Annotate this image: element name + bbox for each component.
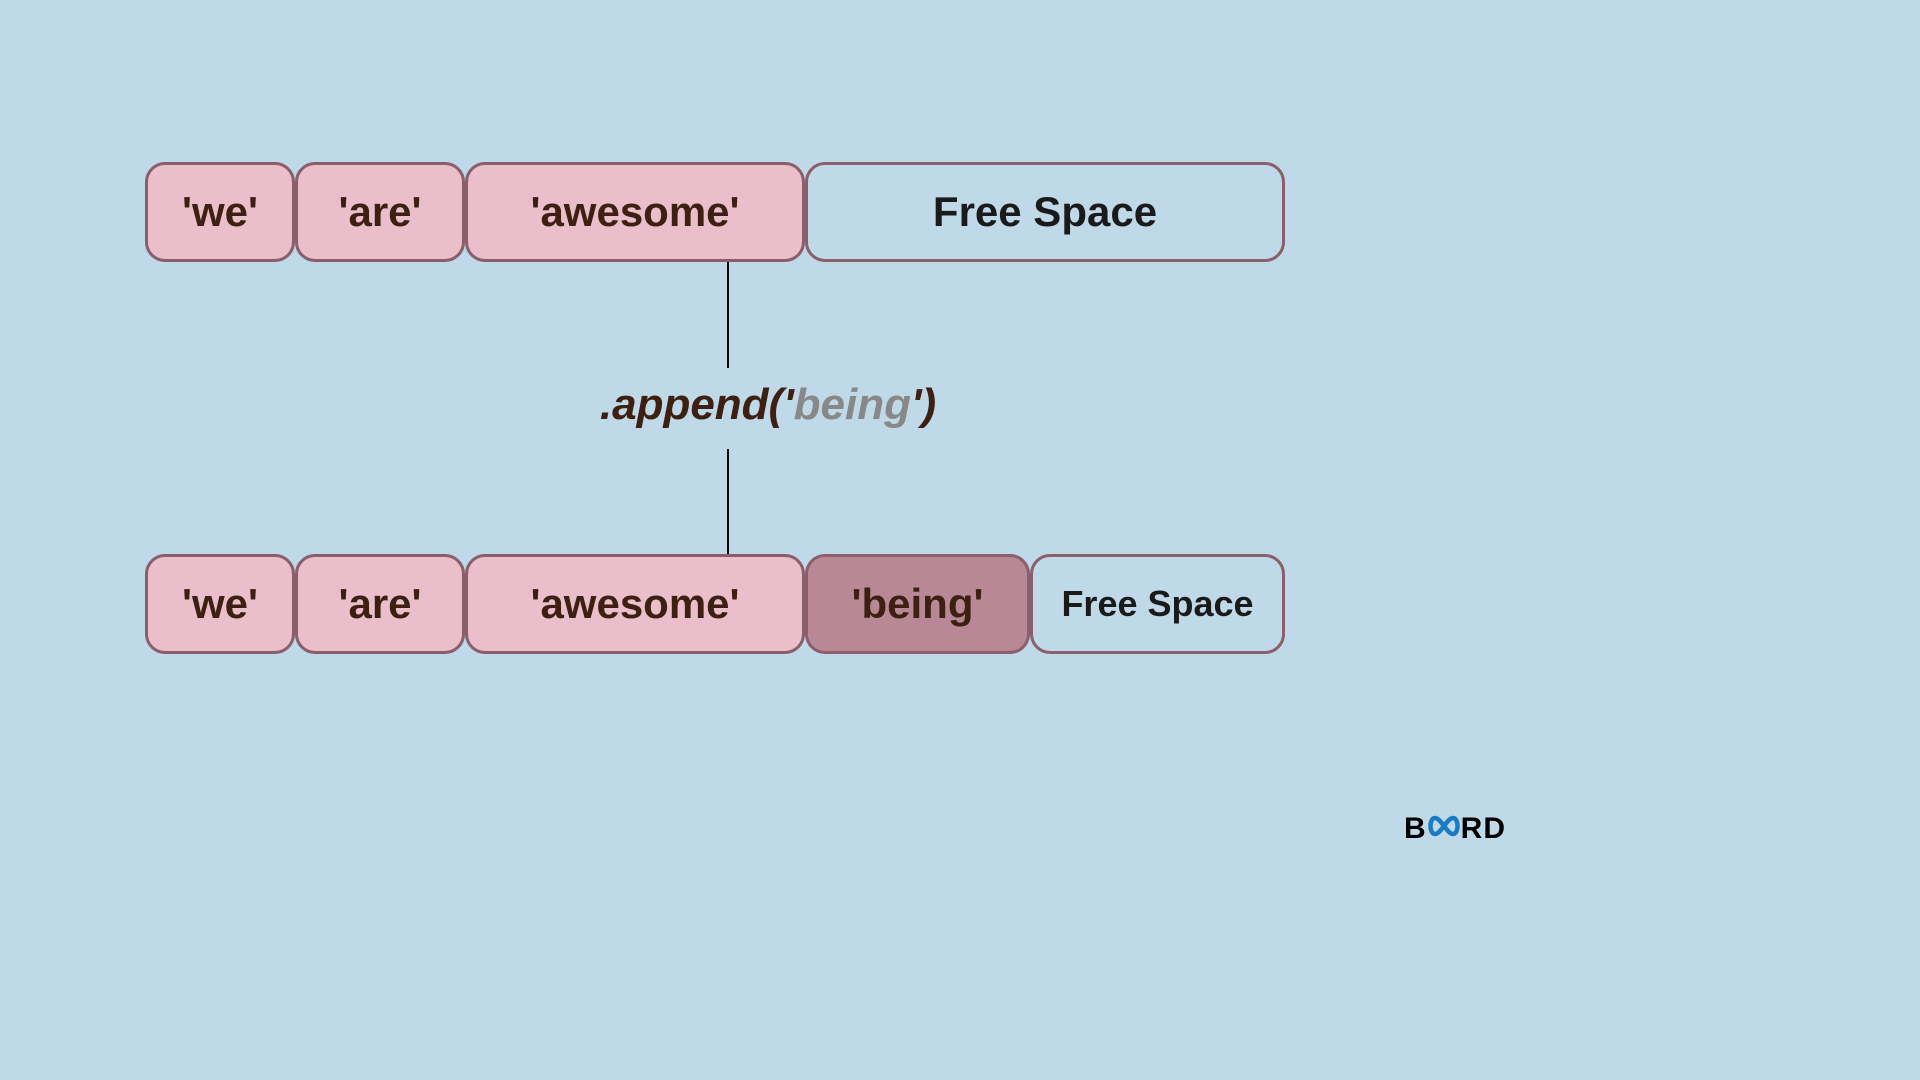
free-space-cell: Free Space bbox=[1030, 554, 1285, 654]
append-arg: being bbox=[794, 380, 911, 429]
infinity-icon bbox=[1425, 812, 1463, 846]
list-item-new: 'being' bbox=[805, 554, 1030, 654]
list-item: 'are' bbox=[295, 162, 465, 262]
free-space-cell: Free Space bbox=[805, 162, 1285, 262]
list-before-row: 'we' 'are' 'awesome' Free Space bbox=[145, 162, 1285, 262]
logo-b: B bbox=[1404, 812, 1427, 846]
list-item: 'we' bbox=[145, 554, 295, 654]
append-suffix: ') bbox=[911, 380, 936, 429]
list-item: 'we' bbox=[145, 162, 295, 262]
cell-label: 'being' bbox=[852, 580, 984, 628]
list-item: 'awesome' bbox=[465, 162, 805, 262]
connector-line-top bbox=[727, 262, 729, 368]
cell-label: 'we' bbox=[182, 188, 258, 236]
cell-label: Free Space bbox=[933, 188, 1157, 236]
list-after-row: 'we' 'are' 'awesome' 'being' Free Space bbox=[145, 554, 1285, 654]
list-item: 'are' bbox=[295, 554, 465, 654]
cell-label: 'awesome' bbox=[530, 188, 739, 236]
list-item: 'awesome' bbox=[465, 554, 805, 654]
cell-label: Free Space bbox=[1061, 583, 1253, 625]
append-prefix: .append(' bbox=[600, 380, 794, 429]
cell-label: 'awesome' bbox=[530, 580, 739, 628]
logo-rd: RD bbox=[1461, 812, 1506, 846]
operation-label: .append('being') bbox=[0, 380, 1536, 430]
cell-label: 'are' bbox=[338, 580, 421, 628]
cell-label: 'we' bbox=[182, 580, 258, 628]
board-logo: B RD bbox=[1404, 812, 1506, 846]
cell-label: 'are' bbox=[338, 188, 421, 236]
connector-line-bottom bbox=[727, 449, 729, 555]
